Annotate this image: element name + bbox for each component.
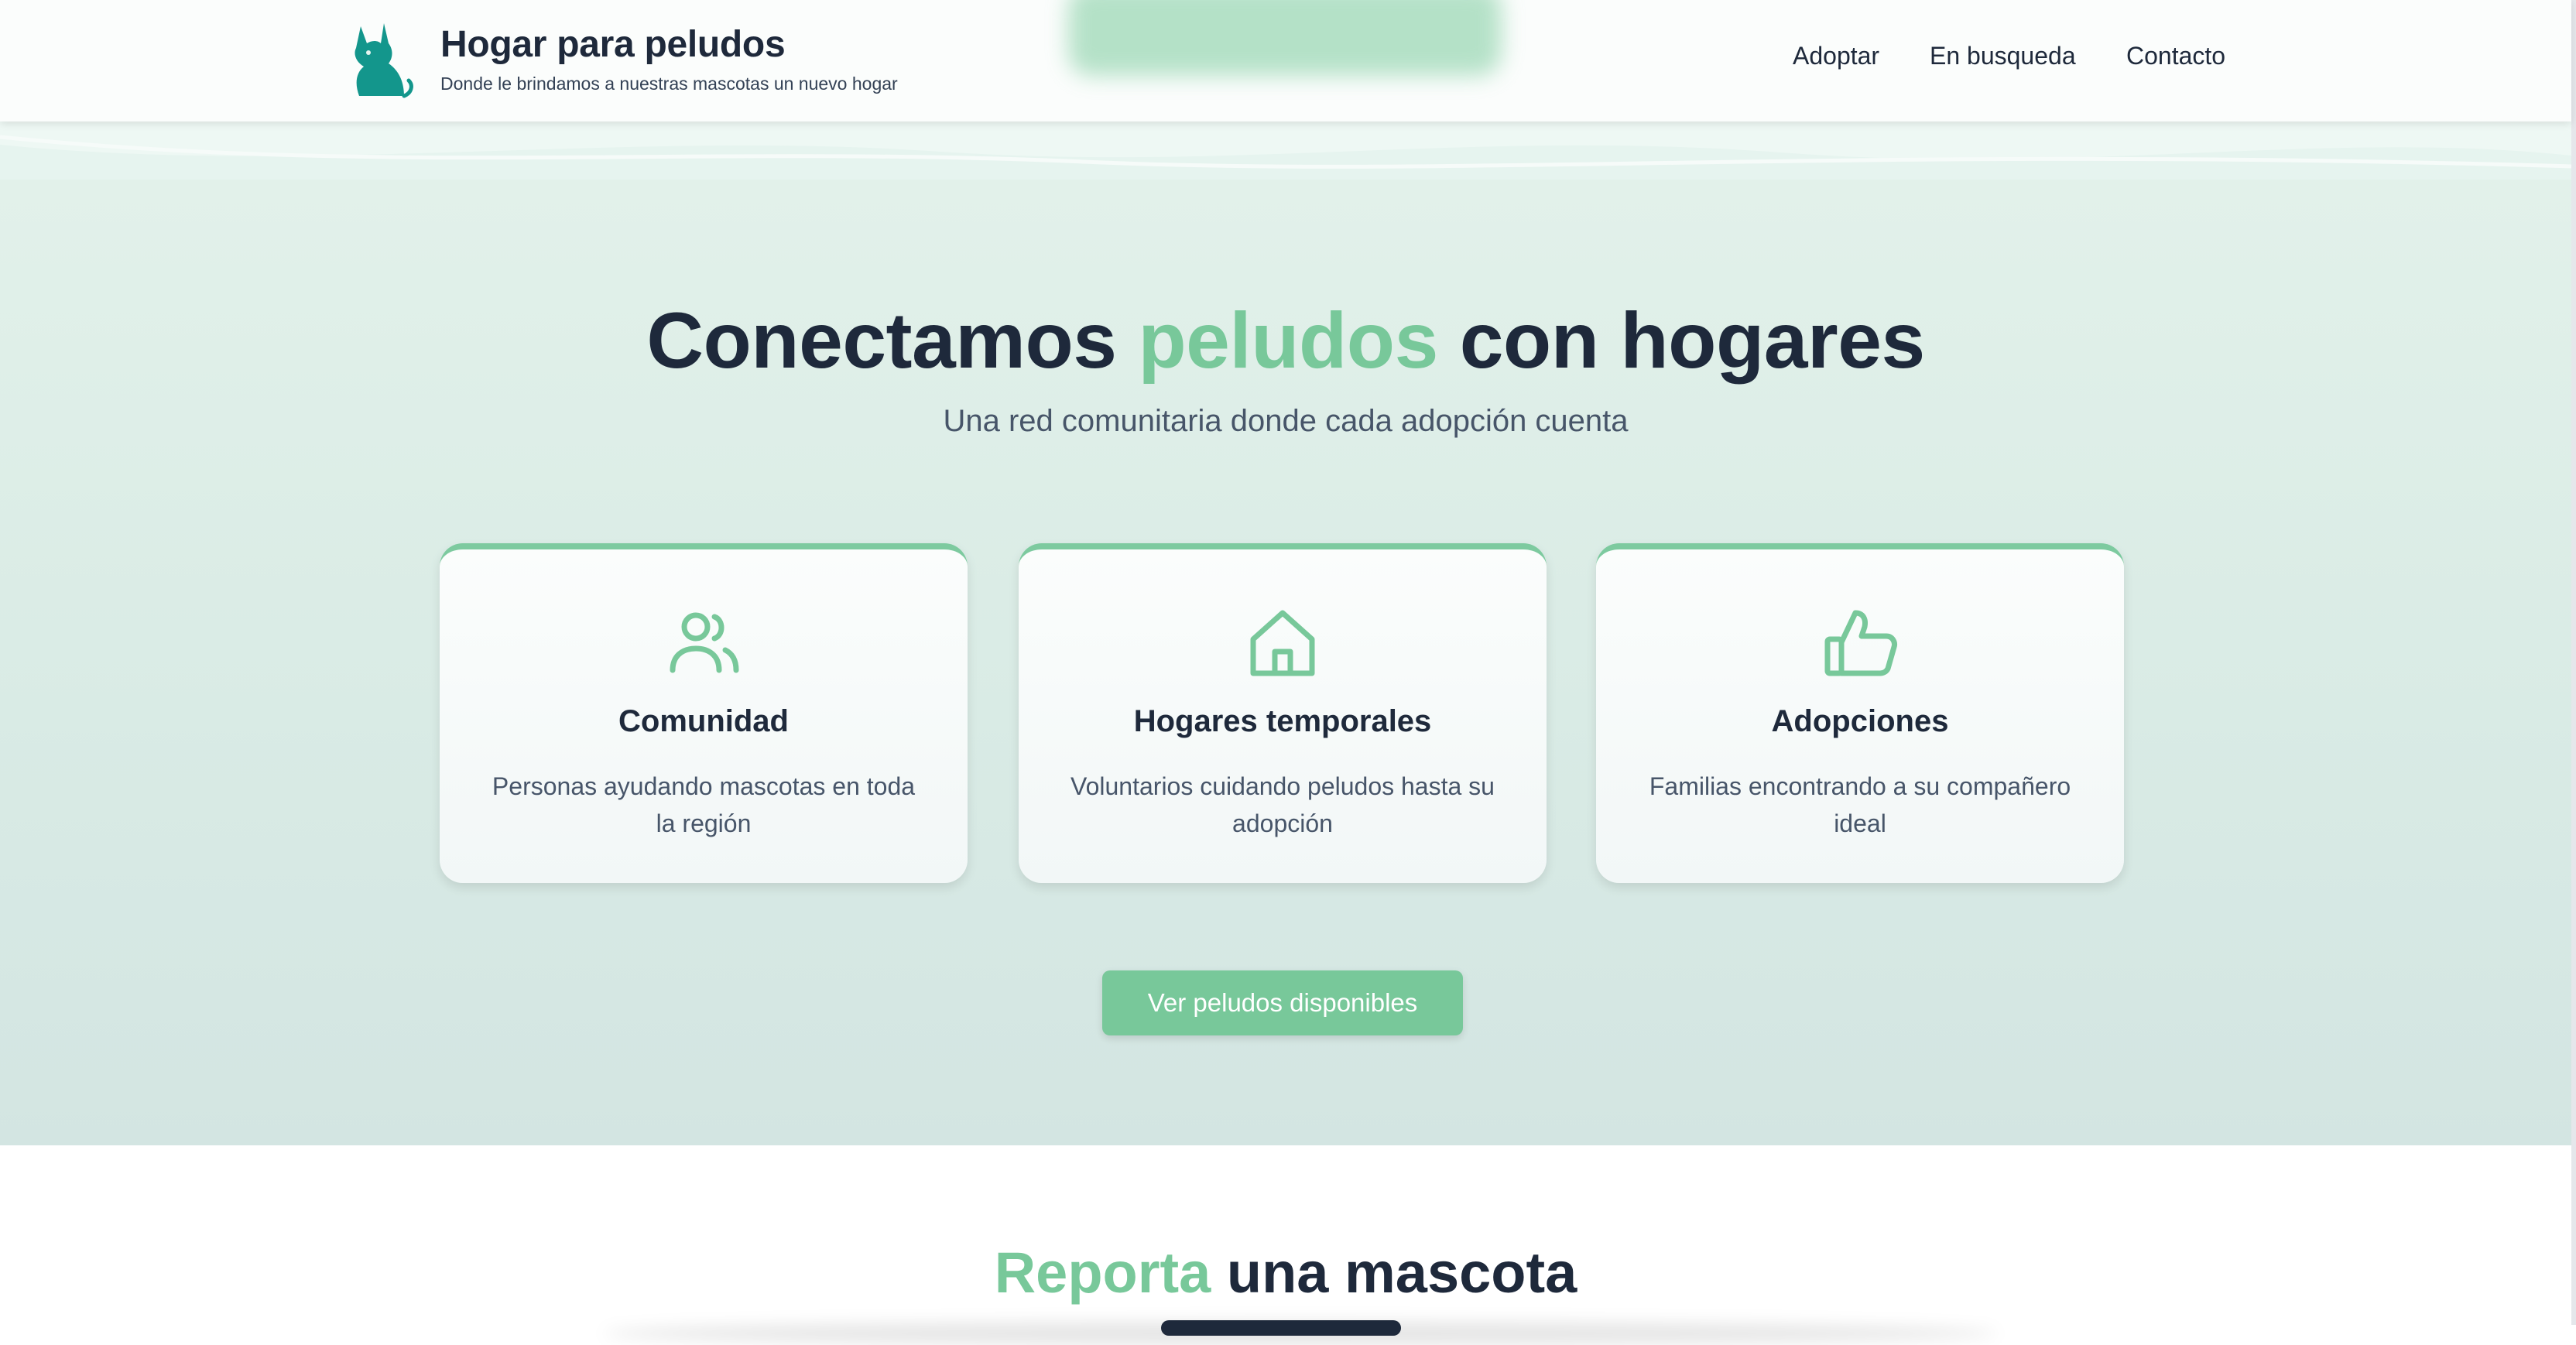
- hero-title-accent: peludos: [1138, 296, 1438, 385]
- nav-en-busqueda[interactable]: En busqueda: [1930, 42, 2076, 70]
- header-decoration: [1068, 0, 1502, 76]
- report-title: Reporta una mascota: [0, 1240, 2571, 1306]
- thumbs-up-icon: [1824, 610, 1897, 676]
- brand-title[interactable]: Hogar para peludos: [440, 23, 786, 66]
- home-icon: [1250, 610, 1315, 676]
- nav-adoptar[interactable]: Adoptar: [1793, 42, 1879, 70]
- hero-title-end: con hogares: [1437, 296, 1925, 385]
- card-title: Comunidad: [618, 704, 789, 738]
- card-hogares-temporales: Hogares temporales Voluntarios cuidando …: [1019, 543, 1547, 883]
- report-title-accent: Reporta: [994, 1241, 1211, 1305]
- hero-subtitle: Una red comunitaria donde cada adopción …: [943, 404, 1629, 438]
- nav-contacto[interactable]: Contacto: [2126, 42, 2225, 70]
- card-title: Adopciones: [1771, 704, 1949, 738]
- card-comunidad: Comunidad Personas ayudando mascotas en …: [440, 543, 968, 883]
- card-title: Hogares temporales: [1133, 704, 1432, 738]
- page-scrollbar[interactable]: [2571, 0, 2576, 1325]
- site-header: Hogar para peludos Donde le brindamos a …: [0, 0, 2571, 121]
- card-text: Familias encontrando a su compañero idea…: [1649, 772, 2071, 837]
- brand-subtitle: Donde le brindamos a nuestras mascotas u…: [440, 74, 898, 94]
- users-icon: [670, 612, 739, 673]
- ver-peludos-button[interactable]: Ver peludos disponibles: [1102, 970, 1463, 1035]
- hero-title: Conectamos peludos con hogares: [0, 296, 2571, 386]
- hero-title-start: Conectamos: [646, 296, 1139, 385]
- wave-decoration: [0, 121, 2572, 180]
- card-text: Voluntarios cuidando peludos hasta su ad…: [1070, 772, 1495, 837]
- report-title-rest: una mascota: [1211, 1241, 1577, 1305]
- report-tab[interactable]: [1161, 1320, 1401, 1336]
- card-adopciones: Adopciones Familias encontrando a su com…: [1596, 543, 2124, 883]
- hero-section: Conectamos peludos con hogares Una red c…: [0, 180, 2571, 1145]
- cat-logo-icon[interactable]: [337, 19, 415, 101]
- card-text: Personas ayudando mascotas en toda la re…: [492, 772, 916, 837]
